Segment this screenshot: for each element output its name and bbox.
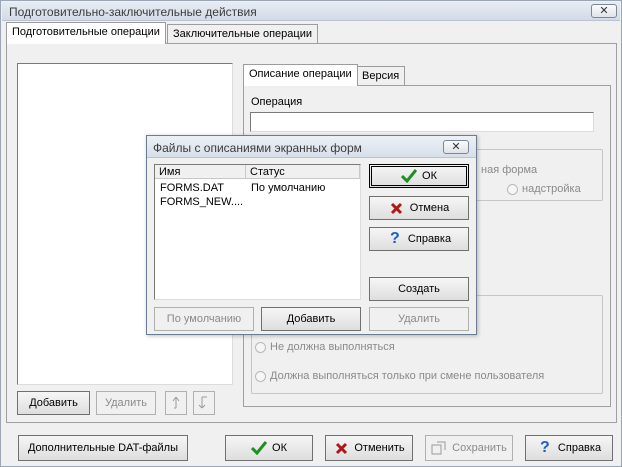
addon-radio[interactable] xyxy=(507,184,518,195)
move-up-button[interactable] xyxy=(165,391,187,415)
window-close-button[interactable]: ✕ xyxy=(591,4,617,18)
tab-version[interactable]: Версия xyxy=(356,66,406,86)
button-label: Добавить xyxy=(29,397,78,409)
button-label: Удалить xyxy=(398,313,440,325)
close-icon: ✕ xyxy=(599,5,609,17)
set-default-button[interactable]: По умолчанию xyxy=(154,307,254,331)
button-label: Создать xyxy=(398,283,440,295)
question-icon: ? xyxy=(540,439,550,456)
addon-option-label: надстройка xyxy=(522,183,581,195)
save-button[interactable]: Сохранить xyxy=(425,435,513,461)
tab-preparatory-operations[interactable]: Подготовительные операции xyxy=(6,22,166,44)
tab-label: Описание операции xyxy=(249,68,352,80)
button-label: ОК xyxy=(422,170,437,182)
button-label: Сохранить xyxy=(452,442,507,454)
on-user-change-radio[interactable] xyxy=(255,371,266,382)
operation-input[interactable] xyxy=(250,112,594,132)
file-row-name[interactable]: FORMS.DAT xyxy=(160,182,224,194)
column-header-status[interactable]: Статус xyxy=(246,165,360,179)
ok-button[interactable]: ОК xyxy=(225,435,313,461)
arrow-down-icon xyxy=(196,395,212,411)
button-label: Дополнительные DAT-файлы xyxy=(27,442,178,454)
button-label: Добавить xyxy=(286,313,336,325)
operation-label: Операция xyxy=(251,96,303,108)
cross-icon xyxy=(333,440,349,456)
button-label: Отмена xyxy=(409,202,450,214)
cancel-button[interactable]: Отменить xyxy=(325,435,413,461)
save-icon xyxy=(431,440,447,456)
not-run-option-label: Не должна выполняться xyxy=(270,341,395,353)
screen-form-option-label: ная форма xyxy=(481,164,538,176)
button-label: Справка xyxy=(407,233,452,245)
title-bar: Подготовительно-заключительные действия … xyxy=(2,2,620,21)
dialog-title: Файлы с описаниями экранных форм xyxy=(153,141,362,155)
button-label: Удалить xyxy=(105,397,147,409)
delete-operation-button[interactable]: Удалить xyxy=(96,391,156,415)
button-label: По умолчанию xyxy=(166,313,242,325)
tab-final-operations[interactable]: Заключительные операции xyxy=(167,24,318,44)
dialog-delete-button[interactable]: Удалить xyxy=(369,307,469,331)
column-label: Имя xyxy=(159,166,181,178)
window-title: Подготовительно-заключительные действия xyxy=(9,5,257,19)
question-icon: ? xyxy=(390,230,400,247)
dialog-close-button[interactable]: ✕ xyxy=(443,140,469,154)
on-user-change-option-label: Должна выполняться только при смене поль… xyxy=(270,370,545,382)
close-icon: ✕ xyxy=(451,141,461,153)
button-label: Справка xyxy=(557,442,602,454)
column-header-name[interactable]: Имя xyxy=(155,165,246,179)
add-operation-button[interactable]: Добавить xyxy=(17,391,90,415)
move-down-button[interactable] xyxy=(193,391,215,415)
dialog-help-button[interactable]: ? Справка xyxy=(369,227,469,251)
files-list[interactable]: Имя Статус FORMS.DAT По умолчанию FORMS_… xyxy=(154,164,361,300)
tab-operation-description[interactable]: Описание операции xyxy=(243,64,358,86)
tab-label: Заключительные операции xyxy=(173,28,312,40)
tab-label: Версия xyxy=(362,70,400,82)
help-button[interactable]: ? Справка xyxy=(525,435,613,461)
checkmark-icon xyxy=(401,168,418,184)
dialog-cancel-button[interactable]: Отмена xyxy=(369,196,469,220)
file-row-status[interactable]: По умолчанию xyxy=(251,182,325,194)
arrow-up-icon xyxy=(168,395,184,411)
cross-icon xyxy=(389,200,405,216)
column-label: Статус xyxy=(250,166,285,178)
checkmark-icon xyxy=(251,440,268,456)
extra-dat-files-button[interactable]: Дополнительные DAT-файлы xyxy=(18,435,188,461)
dialog-add-button[interactable]: Добавить xyxy=(261,307,361,331)
dialog-title-bar: Файлы с описаниями экранных форм ✕ xyxy=(147,136,476,158)
dialog-create-button[interactable]: Создать xyxy=(369,277,469,301)
dialog-ok-button[interactable]: ОК xyxy=(369,164,469,188)
button-label: Отменить xyxy=(354,442,405,454)
not-run-radio[interactable] xyxy=(255,342,266,353)
button-label: ОК xyxy=(272,442,287,454)
screen-form-files-dialog: Файлы с описаниями экранных форм ✕ Имя С… xyxy=(146,135,477,335)
tab-label: Подготовительные операции xyxy=(12,26,160,38)
file-row-name[interactable]: FORMS_NEW.... xyxy=(160,196,243,208)
